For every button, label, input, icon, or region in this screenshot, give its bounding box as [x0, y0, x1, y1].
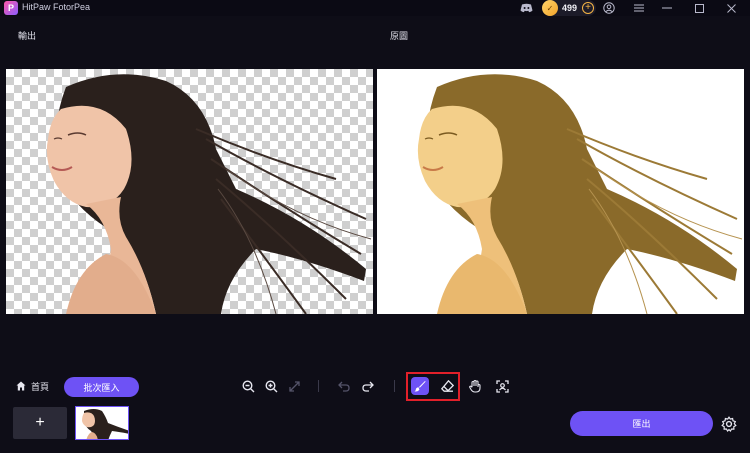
gear-icon[interactable]	[721, 416, 737, 432]
original-panel-label: 原圖	[390, 31, 409, 41]
coin-icon: ✓	[542, 0, 558, 16]
original-image	[417, 74, 743, 314]
output-canvas[interactable]	[6, 69, 373, 314]
close-icon[interactable]	[724, 0, 738, 16]
menu-icon[interactable]	[632, 0, 646, 16]
app-logo-icon: P	[4, 1, 18, 15]
fit-icon[interactable]	[286, 378, 302, 394]
view-icon[interactable]	[494, 378, 510, 394]
plus-circle-icon[interactable]: +	[582, 2, 594, 14]
home-button[interactable]: 首頁	[16, 378, 49, 394]
batch-import-button[interactable]: 批次匯入	[64, 377, 139, 397]
output-image	[46, 74, 372, 314]
discord-icon[interactable]	[518, 0, 534, 16]
brush-eraser-highlight	[406, 372, 460, 401]
toolbar-divider	[394, 380, 395, 392]
toolbar-divider	[318, 380, 319, 392]
coin-count: 499	[562, 3, 578, 13]
thumbnail-image	[76, 407, 128, 439]
zoom-in-icon[interactable]	[263, 378, 279, 394]
minimize-icon[interactable]	[660, 0, 674, 16]
redo-icon[interactable]	[360, 378, 376, 394]
app-title: HitPaw FotorPea	[22, 2, 91, 12]
add-image-button[interactable]: +	[13, 407, 67, 439]
original-canvas[interactable]	[377, 69, 744, 314]
account-icon[interactable]	[602, 0, 616, 16]
maximize-icon[interactable]	[692, 0, 706, 16]
undo-icon[interactable]	[336, 378, 352, 394]
image-thumbnail[interactable]	[75, 406, 129, 440]
export-button[interactable]: 匯出	[570, 411, 713, 436]
home-icon	[16, 381, 26, 391]
title-bar: P HitPaw FotorPea ✓ 499 +	[0, 0, 750, 16]
zoom-out-icon[interactable]	[240, 378, 256, 394]
home-label: 首頁	[31, 381, 50, 392]
output-panel-label: 輸出	[18, 31, 37, 41]
hand-icon[interactable]	[467, 378, 483, 394]
